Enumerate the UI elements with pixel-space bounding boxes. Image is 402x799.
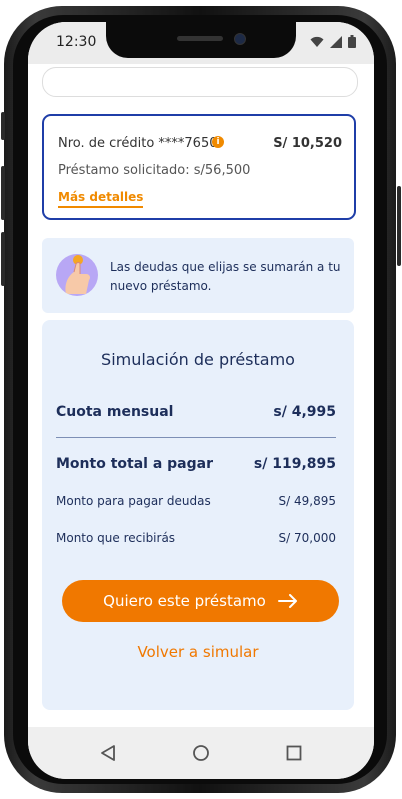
notch (106, 22, 296, 58)
receive-amount-label: Monto que recibirás (56, 531, 176, 545)
home-icon[interactable] (192, 744, 210, 762)
want-loan-button-label: Quiero este préstamo (103, 592, 266, 610)
android-nav-bar (28, 727, 374, 779)
monthly-payment-label: Cuota mensual (56, 404, 174, 420)
divider (56, 437, 336, 438)
credit-card[interactable]: Nro. de crédito ****7650 i S/ 10,520 Pré… (42, 114, 356, 220)
debts-amount-label: Monto para pagar deudas (56, 494, 211, 508)
credit-number-label: Nro. de crédito ****7650 (58, 136, 218, 151)
debts-amount-value: S/ 49,895 (278, 494, 336, 508)
status-bar: 12:30 (28, 22, 374, 64)
signal-icon (330, 35, 342, 48)
wifi-icon (310, 36, 324, 47)
power-button (397, 186, 401, 266)
address-bar[interactable] (42, 67, 358, 97)
page-content: Nro. de crédito ****7650 i S/ 10,520 Pré… (28, 104, 374, 724)
front-camera (234, 33, 246, 45)
side-button-left (1, 112, 5, 140)
monthly-payment-value: s/ 4,995 (273, 404, 336, 420)
status-icons (310, 35, 356, 48)
info-banner: Las deudas que elijas se sumarán a tu nu… (42, 238, 354, 313)
total-payment-label: Monto total a pagar (56, 456, 213, 472)
recents-icon[interactable] (285, 744, 303, 762)
credit-amount: S/ 10,520 (273, 136, 342, 151)
want-loan-button[interactable]: Quiero este préstamo (62, 580, 339, 622)
volume-down-button (1, 232, 5, 286)
simulation-title: Simulación de préstamo (101, 350, 295, 369)
simulation-card: Simulación de préstamo Cuota mensual s/ … (42, 320, 354, 710)
info-banner-text: Las deudas que elijas se sumarán a tu nu… (110, 260, 341, 293)
more-details-link[interactable]: Más detalles (58, 190, 144, 208)
screen: 12:30 Nro. de crédito ****7650 i S/ 10,5… (28, 22, 374, 779)
arrow-right-icon (277, 594, 297, 608)
receive-amount-value: S/ 70,000 (278, 531, 336, 545)
speaker (177, 36, 223, 41)
volume-up-button (1, 166, 5, 220)
status-time: 12:30 (56, 34, 97, 50)
simulate-again-button[interactable]: Volver a simular (42, 643, 354, 661)
back-icon[interactable] (99, 744, 117, 762)
info-icon[interactable]: i (212, 136, 224, 148)
total-payment-value: s/ 119,895 (253, 456, 336, 472)
battery-icon (348, 35, 356, 48)
hand-coin-illustration-icon (56, 254, 98, 296)
requested-loan-text: Préstamo solicitado: s/56,500 (58, 163, 251, 178)
